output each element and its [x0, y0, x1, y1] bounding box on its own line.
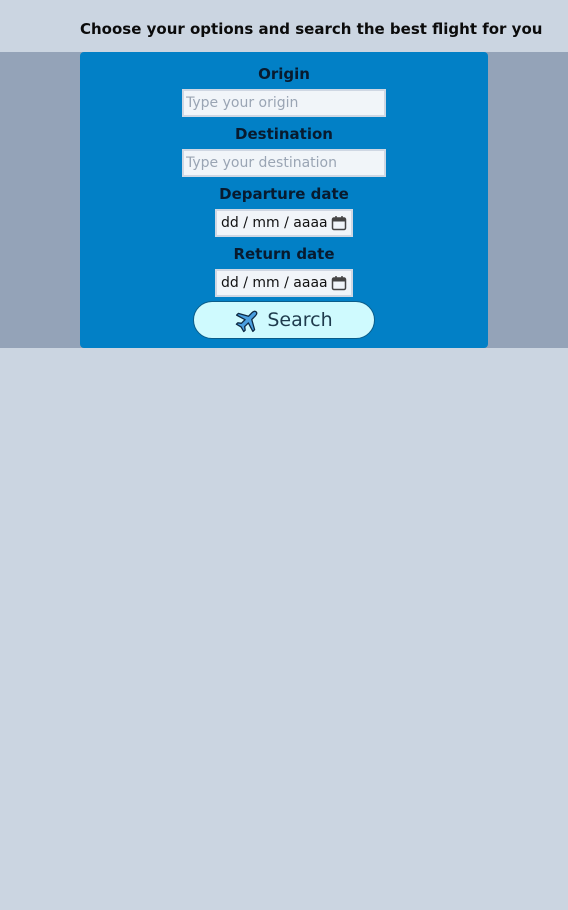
return-date-label: Return date [233, 245, 335, 263]
destination-label: Destination [235, 125, 333, 143]
destination-input[interactable] [182, 149, 386, 177]
calendar-icon[interactable] [331, 275, 347, 291]
flight-search-form: Origin Destination Departure date dd / m… [80, 52, 488, 348]
page-header: Choose your options and search the best … [0, 0, 568, 52]
departure-date-label: Departure date [219, 185, 349, 203]
return-date-mask: dd / mm / aaaa [221, 275, 328, 291]
origin-label: Origin [258, 65, 310, 83]
departure-date-mask: dd / mm / aaaa [221, 215, 328, 231]
airplane-icon [236, 310, 258, 333]
search-button[interactable]: Search [193, 301, 375, 339]
return-date-input[interactable]: dd / mm / aaaa [215, 269, 353, 297]
search-button-label: Search [267, 309, 333, 331]
calendar-icon[interactable] [331, 215, 347, 231]
origin-input[interactable] [182, 89, 386, 117]
page-title: Choose your options and search the best … [80, 20, 543, 38]
departure-date-input[interactable]: dd / mm / aaaa [215, 209, 353, 237]
